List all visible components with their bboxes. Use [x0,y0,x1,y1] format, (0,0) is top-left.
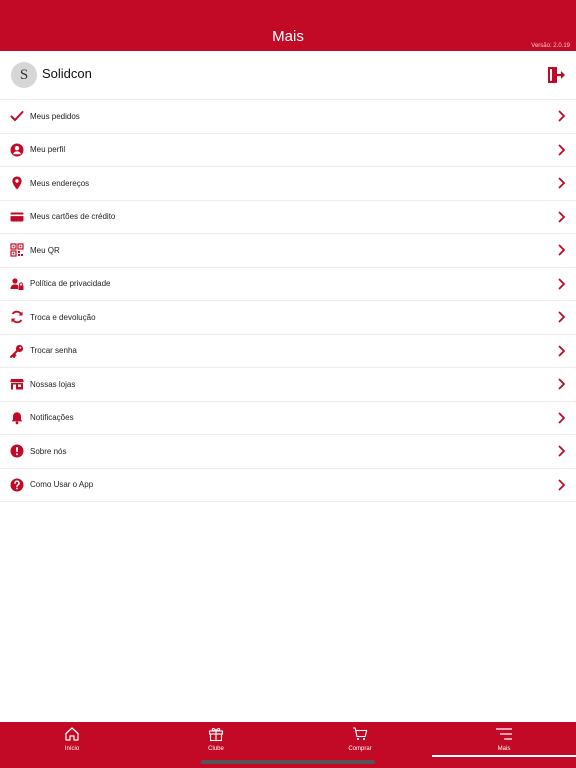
tab-label: Mais [497,746,511,752]
menu-item-troca-devolucao[interactable]: Troca e devolução [0,301,576,335]
menu-item-label: Meus cartões de crédito [30,212,116,222]
chevron-right-icon [558,211,565,223]
bell-icon [11,411,23,425]
map-pin-icon [12,176,22,190]
chevron-right-icon [558,278,565,290]
menu-icon [496,728,512,740]
qr-code-icon [10,243,24,257]
menu-item-label: Sobre nós [30,446,67,456]
menu-item-meu-qr[interactable]: Meu QR [0,234,576,268]
menu-item-label: Como Usar o App [30,480,94,490]
store-icon [10,379,24,390]
chevron-right-icon [558,412,565,424]
chevron-right-icon [558,345,565,357]
chevron-right-icon [558,445,565,457]
menu-item-meu-perfil[interactable]: Meu perfil [0,134,576,167]
menu-item-meus-enderecos[interactable]: Meus endereços [0,167,576,201]
menu-item-label: Meus pedidos [30,111,80,121]
menu-item-label: Nossas lojas [30,379,76,389]
user-lock-icon [10,278,24,290]
menu-item-meus-pedidos[interactable]: Meus pedidos [0,100,576,134]
menu-item-meus-cartoes[interactable]: Meus cartões de crédito [0,201,576,234]
refresh-icon [11,311,23,324]
chevron-right-icon [558,144,565,156]
menu-item-trocar-senha[interactable]: Trocar senha [0,335,576,368]
menu-item-label: Meus endereços [30,178,90,188]
chevron-right-icon [558,244,565,256]
tab-inicio[interactable]: Início [0,722,144,768]
profile-name: Solidcon [42,66,92,81]
profile-row: S Solidcon [0,51,576,100]
tab-label: Início [64,746,80,752]
cart-icon [353,727,368,741]
menu-item-label: Meu QR [30,245,60,255]
credit-card-icon [10,212,24,222]
chevron-right-icon [558,378,565,390]
user-circle-icon [10,143,24,157]
chevron-right-icon [558,110,565,122]
menu-item-nossas-lojas[interactable]: Nossas lojas [0,368,576,402]
app-header: Mais Versão: 2.0.19 [0,0,576,51]
check-icon [10,111,24,122]
tab-label: Comprar [348,746,372,752]
active-tab-indicator [432,755,576,757]
menu-item-label: Política de privacidade [30,279,111,289]
chevron-right-icon [558,177,565,189]
menu-item-label: Notificações [30,413,74,423]
menu-item-notificacoes[interactable]: Notificações [0,402,576,435]
avatar[interactable]: S [11,62,37,88]
page-title: Mais [272,28,304,45]
tab-label: Clube [208,746,224,752]
tab-mais[interactable]: Mais [432,722,576,768]
chevron-right-icon [558,479,565,491]
menu-item-politica-privacidade[interactable]: Política de privacidade [0,268,576,301]
gift-icon [208,727,224,742]
logout-icon[interactable] [546,65,566,85]
home-icon [65,727,79,741]
menu-item-sobre-nos[interactable]: Sobre nós [0,435,576,469]
menu-item-label: Troca e devolução [30,312,96,322]
info-icon [10,444,24,458]
menu-item-label: Trocar senha [30,346,77,356]
menu-item-como-usar[interactable]: Como Usar o App [0,469,576,502]
question-icon [10,478,24,492]
chevron-right-icon [558,311,565,323]
menu-list: Meus pedidos Meu perfil Meus endereços M… [0,100,576,502]
menu-item-label: Meu perfil [30,145,66,155]
home-indicator [201,760,375,764]
key-icon [10,344,24,358]
app-version: Versão: 2.0.19 [531,43,570,49]
